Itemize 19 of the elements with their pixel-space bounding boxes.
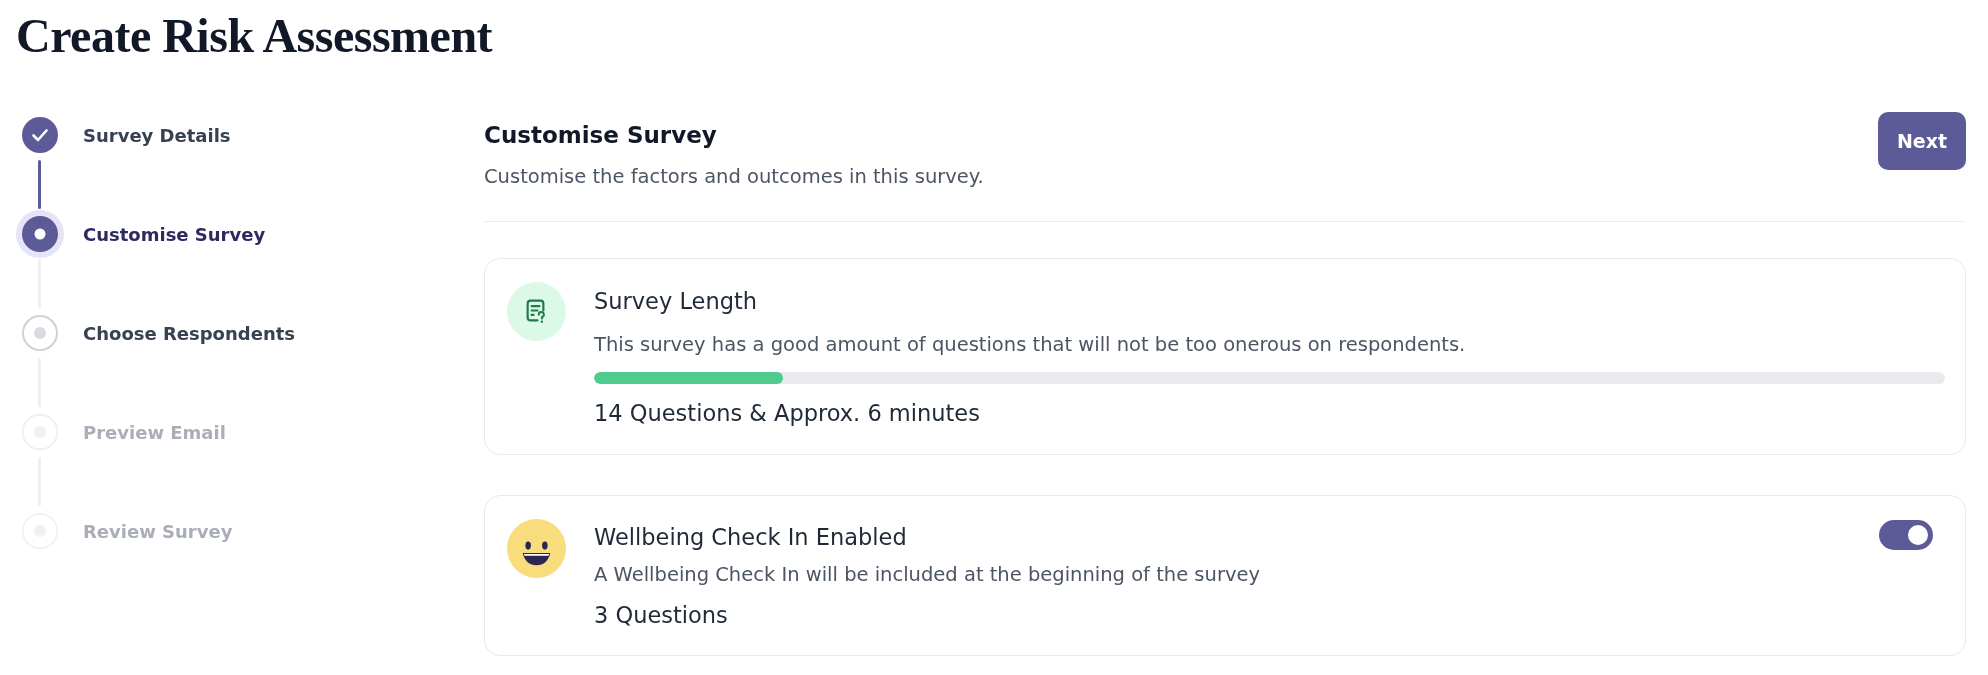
step-connector [38,160,41,209]
step-label: Review Survey [83,520,233,542]
section-title: Customise Survey [484,121,718,149]
step-label[interactable]: Survey Details [83,124,231,146]
card-description: This survey has a good amount of questions that will not be too onerous on respondents. [594,333,1467,357]
toggle-switch[interactable] [1879,520,1933,550]
card-title: Wellbeing Check In Enabled [594,523,908,551]
card-summary: 14 Questions & Approx. 6 minutes [594,399,981,427]
step-label[interactable]: Customise Survey [83,223,266,245]
section-subtitle: Customise the factors and outcomes in this survey. [484,165,984,189]
next-button[interactable]: Next [1878,112,1966,170]
card-title: Survey Length [594,287,759,315]
page-title: Create Risk Assessment [16,8,493,64]
step-label[interactable]: Choose Respondents [83,322,296,344]
card-summary: 3 Questions [594,601,729,629]
step-label: Preview Email [83,421,226,443]
smiley-face-icon [507,519,566,578]
card-description: A Wellbeing Check In will be included at the beginning of the survey [594,563,1261,587]
document-question-icon [507,282,566,341]
